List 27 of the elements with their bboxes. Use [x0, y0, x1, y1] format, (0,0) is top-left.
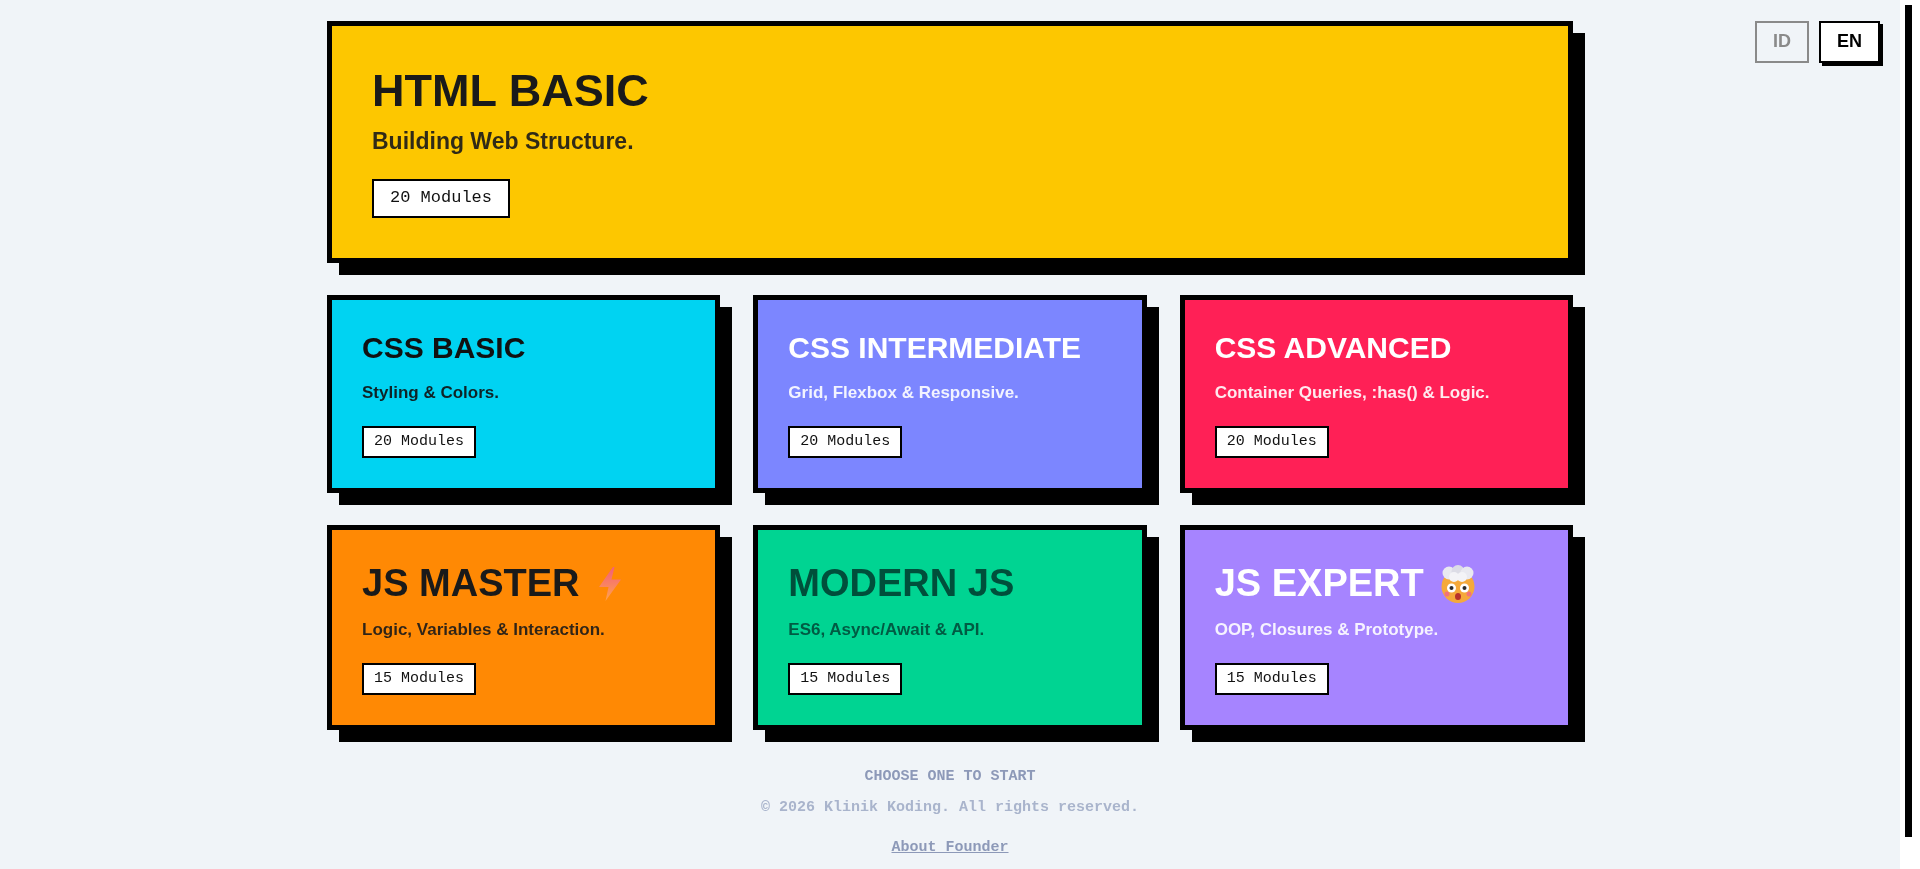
course-title: CSS INTERMEDIATE [788, 329, 1082, 366]
course-subtitle: Styling & Colors. [362, 381, 499, 404]
course-subtitle: OOP, Closures & Prototype. [1214, 619, 1439, 642]
module-count-badge: 20 Modules [362, 425, 476, 458]
course-title: CSS ADVANCED [1214, 329, 1452, 366]
course-title: CSS BASIC [362, 329, 526, 366]
course-subtitle: Container Queries, :has() & Logic. [1214, 381, 1490, 404]
module-count-badge: 20 Modules [1214, 425, 1329, 458]
scrollbar-thumb[interactable] [1905, 5, 1912, 837]
course-title: HTML BASIC [372, 66, 649, 116]
lightning-bolt-icon [599, 566, 622, 601]
mind-blown-emoji-icon [1438, 564, 1477, 603]
footer-prompt: CHOOSE ONE TO START [863, 767, 1037, 788]
module-count-badge: 20 Modules [372, 179, 511, 218]
course-title: JS MASTER [362, 560, 580, 606]
module-count-badge: 20 Modules [788, 425, 903, 458]
course-subtitle: Grid, Flexbox & Responsive. [788, 381, 1019, 404]
course-subtitle: Logic, Variables & Interaction. [362, 619, 605, 642]
course-title: MODERN JS [788, 560, 1015, 606]
module-count-badge: 15 Modules [1214, 663, 1329, 696]
language-button[interactable]: EN [1819, 21, 1880, 63]
module-count-badge: 15 Modules [788, 663, 903, 696]
course-title: JS EXPERT [1214, 560, 1424, 606]
course-subtitle: Building Web Structure. [372, 126, 634, 156]
copyright-text: © 2026 Klinik Koding. All rights reserved. [759, 798, 1141, 819]
course-subtitle: ES6, Async/Await & API. [788, 619, 985, 642]
module-count-badge: 15 Modules [362, 663, 476, 696]
